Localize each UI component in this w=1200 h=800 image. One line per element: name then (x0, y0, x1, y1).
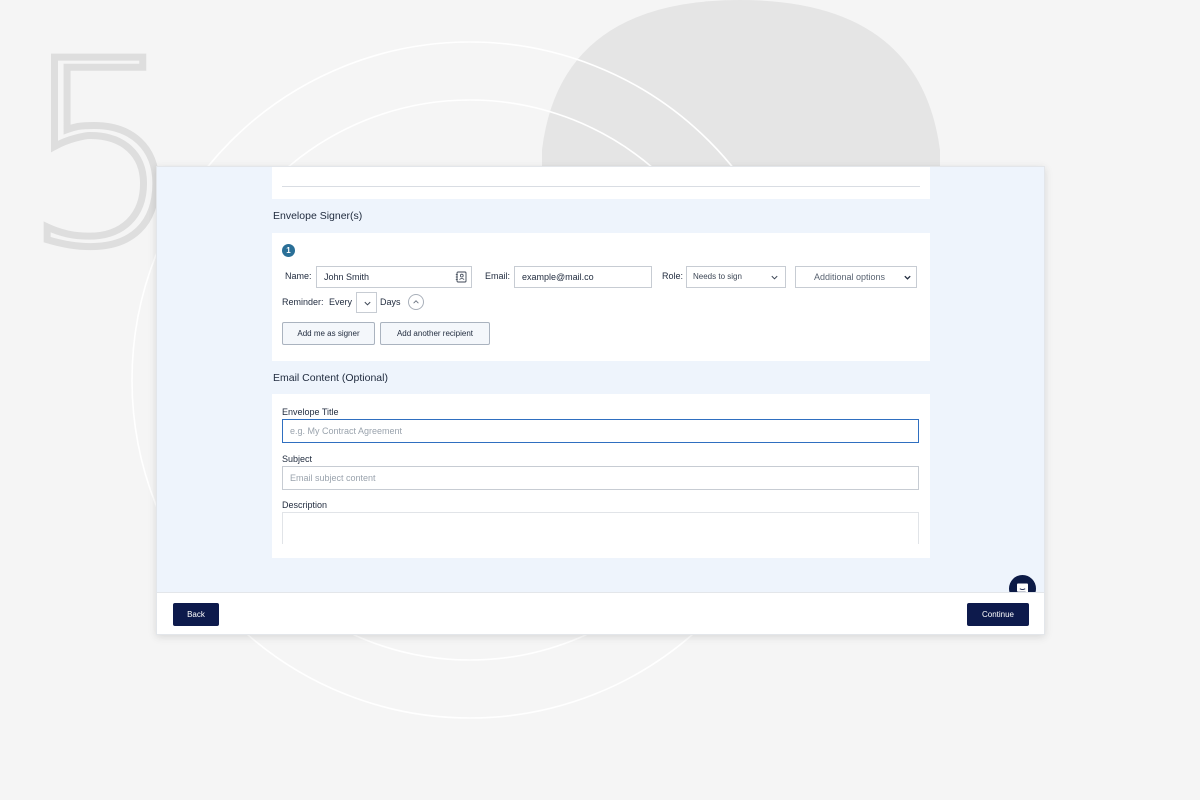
chevron-down-icon (364, 301, 371, 306)
envelope-setup-window: Envelope Signer(s) 1 Name: John Smith Em… (156, 166, 1045, 635)
name-input[interactable]: John Smith (316, 266, 472, 288)
footer-bar: Back Continue (157, 592, 1044, 634)
email-content-heading: Email Content (Optional) (273, 372, 388, 384)
signer-card: 1 Name: John Smith Email: example@mail.c… (272, 233, 930, 361)
reminder-toggle-button[interactable] (408, 294, 424, 310)
description-textarea[interactable] (282, 512, 919, 544)
email-label: Email: (485, 271, 511, 281)
chevron-down-icon (904, 275, 911, 280)
envelope-title-placeholder: e.g. My Contract Agreement (290, 426, 403, 436)
email-value: example@mail.co (522, 272, 594, 282)
chevron-up-icon (413, 300, 419, 304)
previous-section-card (272, 167, 930, 199)
background-blob (542, 0, 940, 166)
email-input[interactable]: example@mail.co (514, 266, 652, 288)
name-label: Name: (285, 271, 312, 281)
divider (282, 186, 920, 187)
add-me-as-signer-button[interactable]: Add me as signer (282, 322, 375, 345)
description-label: Description (282, 500, 328, 510)
name-value: John Smith (324, 272, 370, 282)
chat-icon (1017, 583, 1028, 592)
content-scroll-area[interactable]: Envelope Signer(s) 1 Name: John Smith Em… (157, 167, 1044, 592)
envelope-title-input[interactable]: e.g. My Contract Agreement (282, 419, 919, 443)
role-select[interactable]: Needs to sign (686, 266, 786, 288)
back-button[interactable]: Back (173, 603, 219, 626)
chat-support-button[interactable] (1009, 575, 1036, 592)
additional-options-select[interactable]: Additional options (795, 266, 917, 288)
subject-placeholder: Email subject content (290, 473, 376, 483)
signer-index-badge: 1 (282, 244, 295, 257)
subject-input[interactable]: Email subject content (282, 466, 919, 490)
continue-button[interactable]: Continue (967, 603, 1029, 626)
subject-label: Subject (282, 454, 313, 464)
reminder-days-label: Days (380, 297, 401, 307)
contacts-book-icon[interactable] (455, 271, 467, 283)
reminder-label: Reminder: (282, 297, 324, 307)
add-another-recipient-button[interactable]: Add another recipient (380, 322, 490, 345)
envelope-title-label: Envelope Title (282, 407, 339, 417)
signers-heading: Envelope Signer(s) (273, 210, 363, 222)
role-value: Needs to sign (693, 272, 742, 281)
role-label: Role: (662, 271, 684, 281)
additional-options-label: Additional options (814, 272, 886, 282)
chevron-down-icon (771, 275, 778, 280)
reminder-every-label: Every (329, 297, 353, 307)
email-content-card: Envelope Title e.g. My Contract Agreemen… (272, 394, 930, 558)
reminder-interval-select[interactable] (356, 292, 377, 313)
